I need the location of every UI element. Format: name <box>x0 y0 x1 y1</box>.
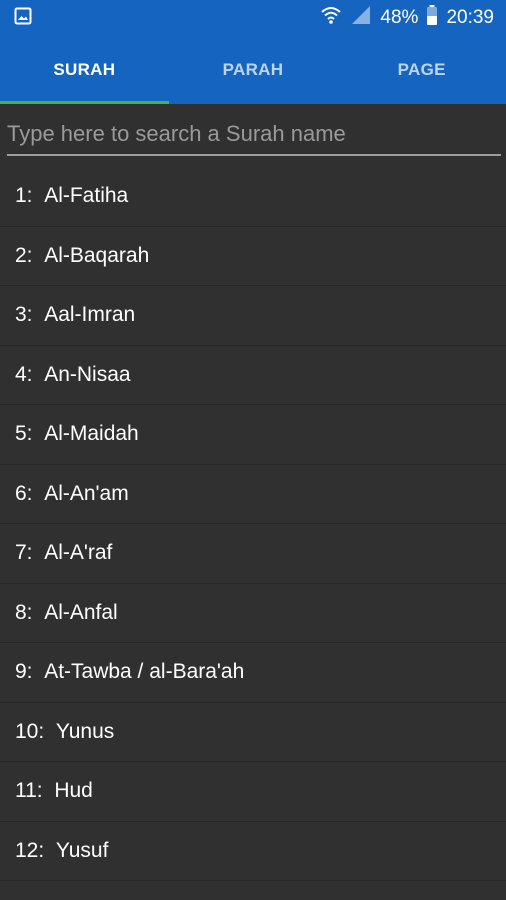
tab-parah[interactable]: PARAH <box>169 36 338 104</box>
surah-number: 1: <box>15 184 33 208</box>
surah-name: Al-Fatiha <box>44 184 129 208</box>
surah-name: An-Nisaa <box>44 362 131 386</box>
search-field-container <box>7 114 501 156</box>
surah-number: 5: <box>15 422 33 446</box>
surah-number: 3: <box>15 303 33 327</box>
battery-percent: 48% <box>380 7 419 28</box>
surah-number: 6: <box>15 481 33 505</box>
list-item[interactable]: 1: Al-Fatiha <box>0 167 506 227</box>
surah-number: 8: <box>15 600 33 624</box>
surah-number: 2: <box>15 243 33 267</box>
search-input[interactable] <box>7 121 501 147</box>
image-icon <box>14 7 32 30</box>
list-item[interactable]: 4: An-Nisaa <box>0 346 506 405</box>
list-item[interactable]: 8: Al-Anfal <box>0 584 506 643</box>
surah-number: 4: <box>15 362 33 386</box>
surah-name: Hud <box>54 779 93 803</box>
list-item[interactable]: 12: Yusuf <box>0 822 506 881</box>
tab-bar: SURAH PARAH PAGE <box>0 36 506 104</box>
surah-number: 7: <box>15 541 33 565</box>
surah-name: Al-Baqarah <box>44 243 150 267</box>
surah-name: Al-A'raf <box>44 541 113 565</box>
surah-number: 12: <box>15 838 45 862</box>
signal-icon <box>350 4 372 32</box>
surah-name: Al-Maidah <box>44 422 139 446</box>
list-item[interactable]: 2: Al-Baqarah <box>0 227 506 286</box>
surah-name: Al-An'am <box>44 481 129 505</box>
surah-number: 10: <box>15 719 45 743</box>
list-item[interactable]: 11: Hud <box>0 762 506 822</box>
status-bar: 48% 20:39 <box>0 0 506 36</box>
list-item[interactable]: 10: Yunus <box>0 703 506 762</box>
surah-name: Al-Anfal <box>44 600 118 624</box>
list-item[interactable]: 6: Al-An'am <box>0 465 506 524</box>
list-item[interactable]: 3: Aal-Imran <box>0 286 506 346</box>
list-item[interactable]: 9: At-Tawba / al-Bara'ah <box>0 643 506 703</box>
wifi-icon <box>320 4 342 32</box>
surah-name: Yunus <box>55 719 115 743</box>
list-item[interactable]: 5: Al-Maidah <box>0 405 506 465</box>
list-item[interactable]: 7: Al-A'raf <box>0 524 506 584</box>
surah-number: 11: <box>15 779 43 803</box>
tab-surah[interactable]: SURAH <box>0 36 169 104</box>
clock: 20:39 <box>446 7 494 28</box>
surah-number: 9: <box>15 660 33 684</box>
battery-icon <box>426 4 438 32</box>
tab-page[interactable]: PAGE <box>337 36 506 104</box>
surah-name: At-Tawba / al-Bara'ah <box>44 660 245 684</box>
surah-name: Aal-Imran <box>44 303 136 327</box>
surah-name: Yusuf <box>55 838 109 862</box>
surah-list: 1: Al-Fatiha 2: Al-Baqarah 3: Aal-Imran … <box>0 167 506 881</box>
